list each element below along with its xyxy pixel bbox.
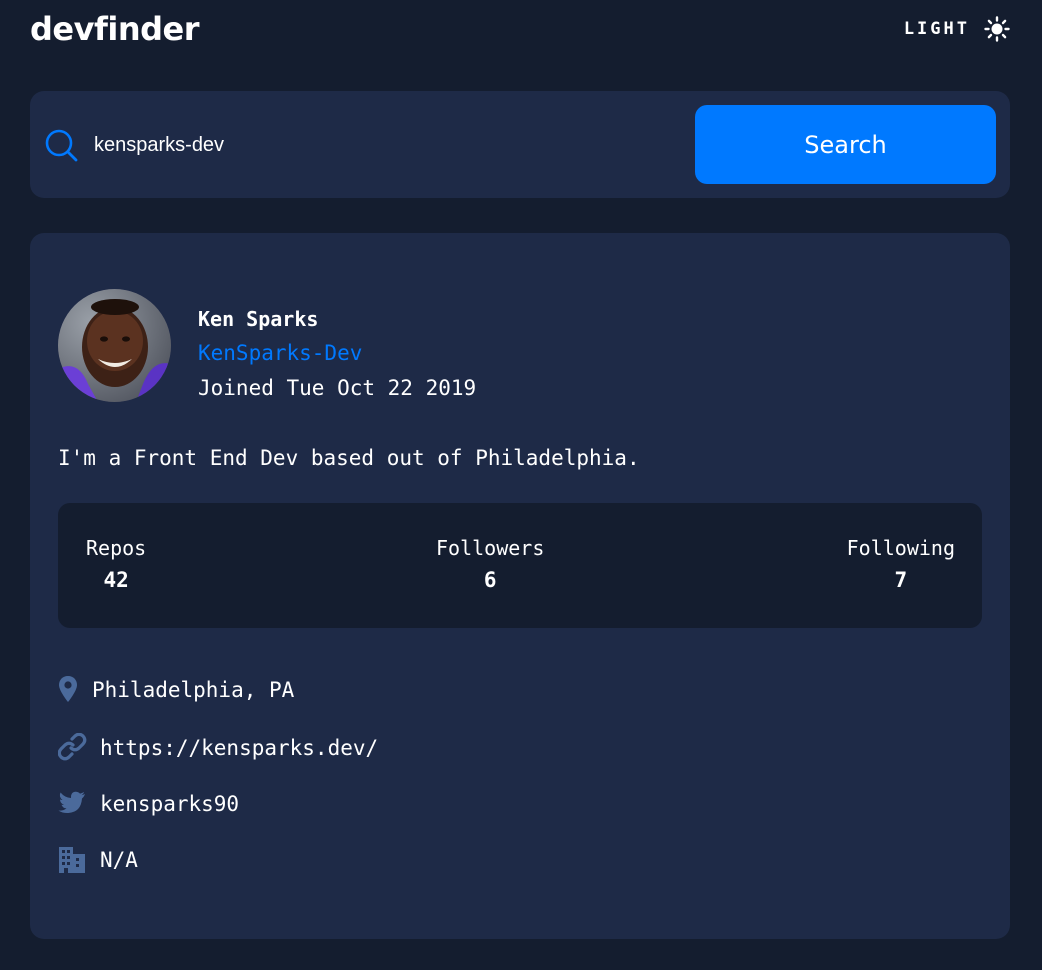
stat-followers-value: 6 [483,568,497,592]
profile-joined-date: Joined Tue Oct 22 2019 [198,376,477,400]
twitter-row[interactable]: kensparks90 [58,789,239,819]
stat-followers-label: Followers [436,536,545,560]
profile-card: Ken Sparks KenSparks-Dev Joined Tue Oct … [30,233,1010,939]
location-pin-icon [59,676,77,702]
search-bar: Search [30,91,1010,198]
location-row: Philadelphia, PA [58,675,294,705]
search-input[interactable] [92,127,682,163]
stats-panel: Repos 42 Followers 6 Following 7 [58,503,982,628]
theme-toggle-label: LIGHT [903,19,970,39]
profile-name: Ken Sparks [198,307,319,331]
link-icon [58,733,87,761]
stat-repos: Repos 42 [86,536,146,592]
theme-toggle[interactable]: LIGHT [904,16,1010,42]
blog-link[interactable]: https://kensparks.dev/ [100,736,378,760]
sun-icon [984,16,1010,42]
search-icon [45,129,78,162]
twitter-icon [58,791,85,814]
stat-repos-label: Repos [86,536,147,560]
location-text: Philadelphia, PA [92,678,295,702]
company-row: N/A [58,845,138,875]
stat-following: Following 7 [847,536,955,592]
avatar-photo [58,289,171,402]
stat-following-value: 7 [894,568,908,592]
stat-followers: Followers 6 [436,536,544,592]
company-text: N/A [100,848,138,872]
building-icon [59,847,85,873]
stat-following-label: Following [846,536,955,560]
header: devfinder LIGHT [30,0,1012,58]
profile-login-link[interactable]: KenSparks-Dev [198,341,362,365]
twitter-handle[interactable]: kensparks90 [100,792,239,816]
stat-repos-value: 42 [103,568,129,592]
app-logo: devfinder [30,10,200,48]
blog-row[interactable]: https://kensparks.dev/ [58,733,378,763]
avatar [58,289,171,402]
search-button[interactable]: Search [695,105,996,184]
profile-bio: I'm a Front End Dev based out of Philade… [58,446,640,470]
